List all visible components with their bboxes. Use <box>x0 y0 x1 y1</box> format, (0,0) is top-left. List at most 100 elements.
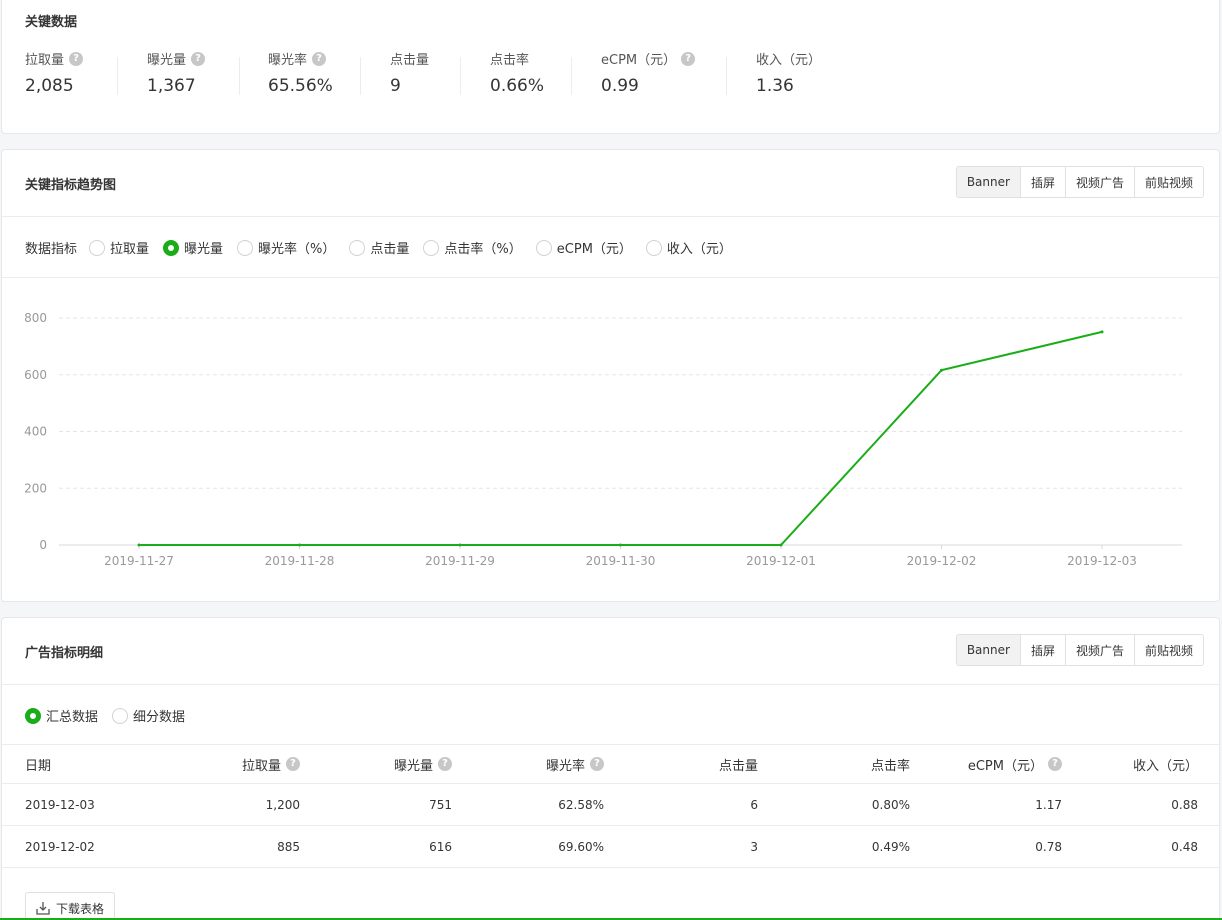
tab-0[interactable]: Banner <box>956 167 1020 197</box>
radio-option[interactable]: 拉取量 <box>89 238 149 257</box>
radio-circle-icon[interactable] <box>25 707 41 724</box>
tab-1[interactable]: 插屏 <box>1019 635 1065 665</box>
column-header[interactable]: 曝光率? <box>492 755 604 774</box>
kpi-value: 0.66% <box>490 76 545 96</box>
column-header[interactable]: 点击率 <box>802 755 910 774</box>
table-cell: 0.88 <box>1171 797 1198 812</box>
kpi-divider <box>460 57 461 95</box>
kpi-divider <box>571 57 572 95</box>
radio-option[interactable]: 点击率（%） <box>423 238 522 257</box>
table-cell: 0.78 <box>1035 839 1062 854</box>
table-cell: 616 <box>429 839 452 854</box>
kpi-item: 曝光量? 1,367 <box>147 49 206 96</box>
question-circle-icon[interactable]: ? <box>590 757 604 771</box>
column-header[interactable]: 拉取量? <box>192 755 300 774</box>
radio-option[interactable]: 汇总数据 <box>25 706 98 725</box>
table-cell: 0.48 <box>1171 839 1198 854</box>
x-tick-label: 2019-11-30 <box>586 554 656 568</box>
download-table-button[interactable]: 下载表格 <box>25 892 116 920</box>
table-cell: 2019-12-03 <box>25 797 95 812</box>
x-tick-label: 2019-12-02 <box>907 554 977 568</box>
y-tick-label: 200 <box>24 481 47 495</box>
radio-option[interactable]: 曝光率（%） <box>237 238 335 257</box>
question-circle-icon[interactable]: ? <box>191 51 206 66</box>
y-tick-label: 400 <box>24 425 47 439</box>
kpi-divider <box>117 57 118 95</box>
detail-table: 日期 拉取量? 曝光量? 曝光率? 点击量 点击率 eCPM（元）? 收入（元） 2019-12… <box>2 744 1221 868</box>
radio-label: 点击量 <box>370 242 410 257</box>
kpi-label-text: 收入（元） <box>756 53 822 68</box>
radio-circle-icon[interactable] <box>163 239 180 256</box>
radio-option[interactable]: 点击量 <box>349 238 409 257</box>
kpi-label: 曝光率? <box>268 49 333 68</box>
kpi-value: 1.36 <box>756 76 794 96</box>
radio-label: 汇总数据 <box>46 710 99 725</box>
radio-circle-icon[interactable] <box>535 239 552 256</box>
x-tick-label: 2019-11-28 <box>265 554 335 568</box>
table-cell: 1,200 <box>265 797 300 812</box>
radio-option[interactable]: 曝光量 <box>163 238 223 257</box>
tab-3[interactable]: 前贴视频 <box>1133 635 1203 665</box>
tab-2[interactable]: 视频广告 <box>1064 635 1134 665</box>
radio-circle-icon[interactable] <box>645 239 662 256</box>
trend-title: 关键指标趋势图 <box>25 178 117 193</box>
table-cell: 0.80% <box>871 797 910 812</box>
table-cell: 0.49% <box>871 839 910 854</box>
table-cell: 3 <box>750 839 758 854</box>
table-cell: 62.58% <box>558 797 604 812</box>
radio-label: 曝光率（%） <box>258 242 336 257</box>
question-circle-icon[interactable]: ? <box>681 51 696 66</box>
radio-option[interactable]: eCPM（元） <box>535 238 632 257</box>
radio-circle-icon[interactable] <box>349 239 366 256</box>
question-circle-icon[interactable]: ? <box>1048 757 1062 771</box>
question-circle-icon[interactable]: ? <box>69 51 84 66</box>
column-header[interactable]: 曝光量? <box>342 755 452 774</box>
kpi-label: 点击量 <box>390 49 429 68</box>
table-cell: 1.17 <box>1035 797 1062 812</box>
column-header-label: 拉取量 <box>241 758 281 774</box>
column-header[interactable]: 点击量 <box>652 755 758 774</box>
radio-label: 曝光量 <box>184 242 224 257</box>
radio-option[interactable]: 收入（元） <box>645 238 732 257</box>
tab-0[interactable]: Banner <box>956 635 1020 665</box>
tab-3[interactable]: 前贴视频 <box>1133 167 1203 197</box>
column-header[interactable]: eCPM（元）? <box>952 755 1062 774</box>
column-header-label: 收入（元） <box>1132 758 1198 774</box>
divider <box>2 216 1219 217</box>
radio-option[interactable]: 细分数据 <box>112 706 185 725</box>
table-row: 2019-12-02 885 616 69.60% 3 0.49% 0.78 0.48 <box>2 826 1221 868</box>
tab-1[interactable]: 插屏 <box>1019 167 1065 197</box>
question-circle-icon[interactable]: ? <box>312 51 327 66</box>
data-point <box>1100 330 1104 334</box>
question-circle-icon[interactable]: ? <box>286 757 300 771</box>
kpi-label: eCPM（元）? <box>601 49 696 68</box>
question-circle-icon[interactable]: ? <box>438 757 452 771</box>
x-tick-label: 2019-12-03 <box>1067 554 1137 568</box>
trend-chart: 0 200 400 600 800 2019-11-27 2019-11-28 2019-11… <box>24 311 1182 568</box>
kpi-item: 拉取量? 2,085 <box>25 49 84 96</box>
column-header[interactable]: 收入（元） <box>1092 755 1198 774</box>
data-point <box>298 543 301 547</box>
kpi-label: 曝光量? <box>147 49 206 68</box>
series-line <box>139 330 1103 546</box>
trend-tabs: Banner 插屏 视频广告 前贴视频 <box>955 166 1204 198</box>
kpi-item: 点击率 0.66% <box>490 49 544 96</box>
x-tick-label: 2019-11-29 <box>425 554 495 568</box>
radio-circle-icon[interactable] <box>112 707 129 724</box>
radio-circle-icon[interactable] <box>237 239 254 256</box>
radio-circle-icon[interactable] <box>423 239 440 256</box>
tab-2[interactable]: 视频广告 <box>1064 167 1134 197</box>
kpi-value: 0.99 <box>601 76 639 96</box>
radio-label: 拉取量 <box>110 242 150 257</box>
kpi-label: 拉取量? <box>25 49 84 68</box>
kpi-item: 点击量 9 <box>390 49 429 96</box>
radio-label: 点击率（%） <box>444 242 522 257</box>
kpi-label-text: 点击率 <box>490 53 530 68</box>
kpi-divider <box>360 57 361 95</box>
metric-label: 数据指标 <box>25 242 78 257</box>
radio-label: 细分数据 <box>133 710 186 725</box>
radio-circle-icon[interactable] <box>89 239 106 256</box>
table-cell: 69.60% <box>558 839 604 854</box>
kpi-label-text: 曝光率 <box>268 53 308 68</box>
column-header[interactable]: 日期 <box>25 755 145 774</box>
